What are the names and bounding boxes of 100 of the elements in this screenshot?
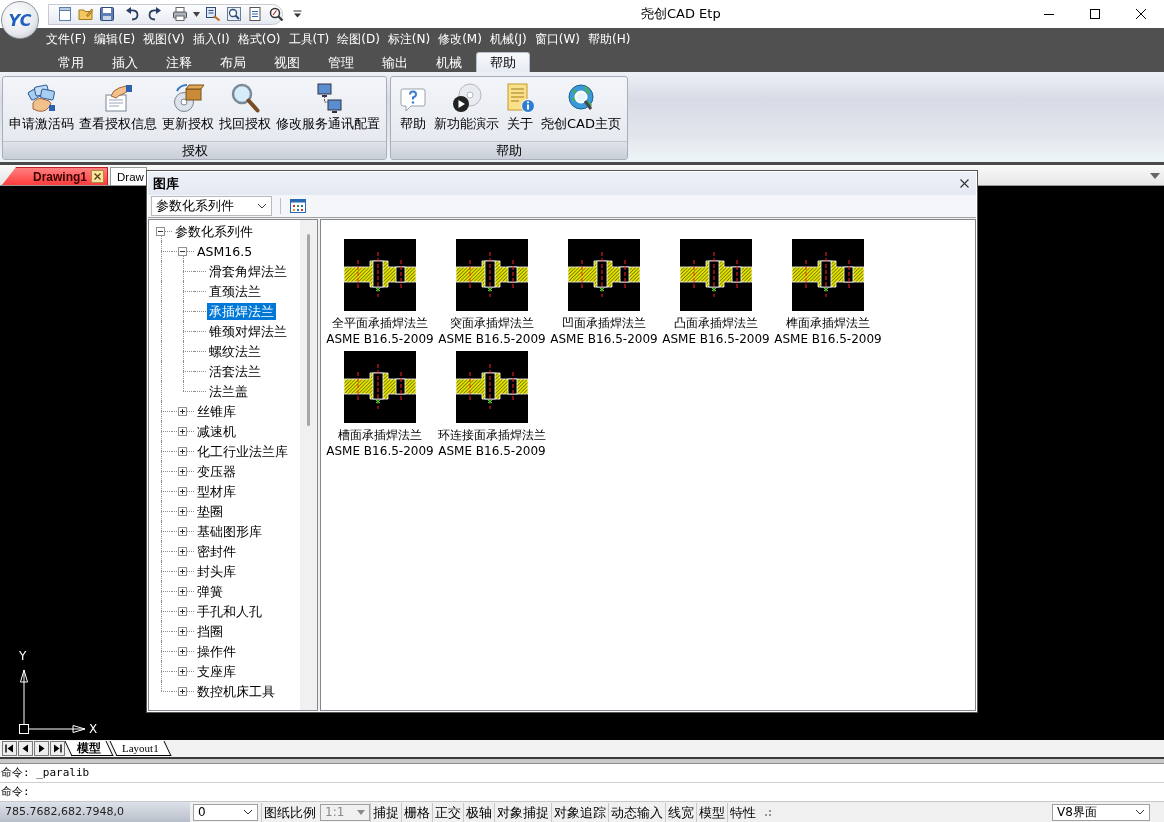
status-toggle-button[interactable]: 极轴	[463, 802, 494, 822]
ribbon-button[interactable]: 新功能演示	[434, 80, 499, 141]
document-brush-icon[interactable]	[205, 6, 221, 22]
ribbon-tab[interactable]: 注释	[152, 52, 206, 72]
ribbon-button[interactable]: 尧创CAD主页	[541, 80, 621, 141]
tree-item[interactable]: 螺纹法兰	[207, 342, 263, 360]
tree-item[interactable]: 挡圈	[195, 622, 225, 640]
tree-item[interactable]: 数控机床工具	[195, 682, 277, 700]
ribbon-button[interactable]: 帮助	[397, 80, 429, 141]
ribbon-button[interactable]: 关于	[504, 80, 536, 141]
plus-box-icon[interactable]	[178, 446, 187, 456]
flange-section-drawing[interactable]	[792, 239, 864, 311]
tree-item[interactable]: 直颈法兰	[207, 282, 263, 300]
tab-close-icon[interactable]	[91, 170, 104, 183]
status-toggle-button[interactable]: 模型	[696, 802, 727, 822]
plus-box-icon[interactable]	[178, 546, 187, 556]
plus-box-icon[interactable]	[178, 646, 187, 656]
tree-item[interactable]: 活套法兰	[207, 362, 263, 380]
menu-item[interactable]: 编辑(E)	[94, 31, 136, 47]
menu-item[interactable]: 视图(V)	[143, 31, 185, 47]
app-logo[interactable]: YC	[1, 1, 39, 39]
status-toggle-button[interactable]: 栅格	[401, 802, 432, 822]
plus-box-icon[interactable]	[178, 526, 187, 536]
tree-item[interactable]: 滑套角焊法兰	[207, 262, 289, 280]
tree-item[interactable]: 承插焊法兰	[207, 302, 276, 320]
ribbon-tab[interactable]: 输出	[368, 52, 422, 72]
folder-pencil-icon[interactable]	[78, 6, 94, 22]
layer-dropdown[interactable]: 0	[193, 803, 258, 821]
menu-item[interactable]: 标注(N)	[387, 31, 431, 47]
plus-box-icon[interactable]	[178, 666, 187, 676]
ribbon-tab[interactable]: 布局	[206, 52, 260, 72]
document-magnifier-icon[interactable]	[226, 6, 242, 22]
plus-box-icon[interactable]	[178, 586, 187, 596]
minus-box-icon[interactable]	[156, 226, 165, 236]
status-toggle-button[interactable]: 线宽	[665, 802, 696, 822]
tree-item[interactable]: 减速机	[195, 422, 238, 440]
plus-box-icon[interactable]	[178, 566, 187, 576]
menu-item[interactable]: 窗口(W)	[534, 31, 581, 47]
ribbon-button[interactable]: 更新授权	[162, 80, 214, 141]
ribbon-tab[interactable]: 帮助	[476, 52, 530, 72]
plus-box-icon[interactable]	[178, 426, 187, 436]
last-layout-button[interactable]	[50, 741, 65, 756]
resize-grip-icon[interactable]	[764, 807, 772, 817]
tab-list-caret-icon[interactable]	[1150, 173, 1160, 179]
grid-view-icon[interactable]	[290, 198, 306, 214]
status-toggle-button[interactable]: 对象捕捉	[494, 802, 551, 822]
ribbon-button[interactable]: 找回授权	[219, 80, 271, 141]
flange-section-drawing[interactable]	[568, 239, 640, 311]
tree-item[interactable]: 封头库	[195, 562, 238, 580]
scrollbar-track[interactable]	[300, 220, 317, 710]
tree-item[interactable]: 型材库	[195, 482, 238, 500]
category-dropdown[interactable]: 参数化系列件	[151, 196, 272, 216]
ribbon-button[interactable]: 申请激活码	[9, 80, 74, 141]
status-toggle-button[interactable]: 正交	[432, 802, 463, 822]
document-tab[interactable]: Drawing1	[2, 167, 108, 185]
plus-box-icon[interactable]	[178, 626, 187, 636]
menu-item[interactable]: 工具(T)	[288, 31, 330, 47]
menu-item[interactable]: 帮助(H)	[588, 31, 631, 47]
tree-item[interactable]: 基础图形库	[195, 522, 264, 540]
tree-item[interactable]: 变压器	[195, 462, 238, 480]
plus-box-icon[interactable]	[178, 606, 187, 616]
flange-section-drawing[interactable]	[456, 351, 528, 423]
ribbon-tab[interactable]: 插入	[98, 52, 152, 72]
menu-item[interactable]: 修改(M)	[438, 31, 482, 47]
tree-item[interactable]: 锥颈对焊法兰	[207, 322, 289, 340]
magnifier-icon[interactable]	[268, 6, 284, 22]
minus-box-icon[interactable]	[178, 246, 187, 256]
tree-item[interactable]: 垫圈	[195, 502, 225, 520]
next-layout-button[interactable]	[34, 741, 49, 756]
flange-section-drawing[interactable]	[344, 351, 416, 423]
status-toggle-button[interactable]: 特性	[727, 802, 758, 822]
tree-item[interactable]: 支座库	[195, 662, 238, 680]
document-lines-icon[interactable]	[247, 6, 263, 22]
scrollbar-thumb[interactable]	[307, 234, 310, 426]
undo-icon[interactable]	[125, 6, 141, 22]
printer-icon[interactable]	[172, 6, 188, 22]
document-tab[interactable]: Draw	[110, 167, 147, 185]
status-toggle-button[interactable]: 捕捉	[370, 802, 401, 822]
caret-icon[interactable]	[193, 11, 200, 17]
tree-item[interactable]: 密封件	[195, 542, 238, 560]
flange-section-drawing[interactable]	[456, 239, 528, 311]
flange-section-drawing[interactable]	[344, 239, 416, 311]
menu-item[interactable]: 插入(I)	[192, 31, 230, 47]
status-toggle-button[interactable]: 对象追踪	[551, 802, 608, 822]
menu-item[interactable]: 机械(J)	[489, 31, 527, 47]
menu-item[interactable]: 绘图(D)	[337, 31, 380, 47]
ribbon-button[interactable]: 修改服务通讯配置	[276, 80, 380, 141]
plus-box-icon[interactable]	[178, 506, 187, 516]
tree-item[interactable]: 操作件	[195, 642, 238, 660]
tree-item[interactable]: 手孔和人孔	[195, 602, 264, 620]
tree-item[interactable]: 参数化系列件	[173, 222, 255, 240]
interface-dropdown[interactable]: V8界面	[1052, 803, 1150, 821]
customize-caret-icon[interactable]	[293, 10, 302, 18]
plus-box-icon[interactable]	[178, 686, 187, 696]
first-layout-button[interactable]	[2, 741, 17, 756]
plus-box-icon[interactable]	[178, 486, 187, 496]
ribbon-tab[interactable]: 视图	[260, 52, 314, 72]
ribbon-tab[interactable]: 机械	[422, 52, 476, 72]
redo-icon[interactable]	[146, 6, 162, 22]
splitter-bar[interactable]	[0, 757, 1164, 764]
